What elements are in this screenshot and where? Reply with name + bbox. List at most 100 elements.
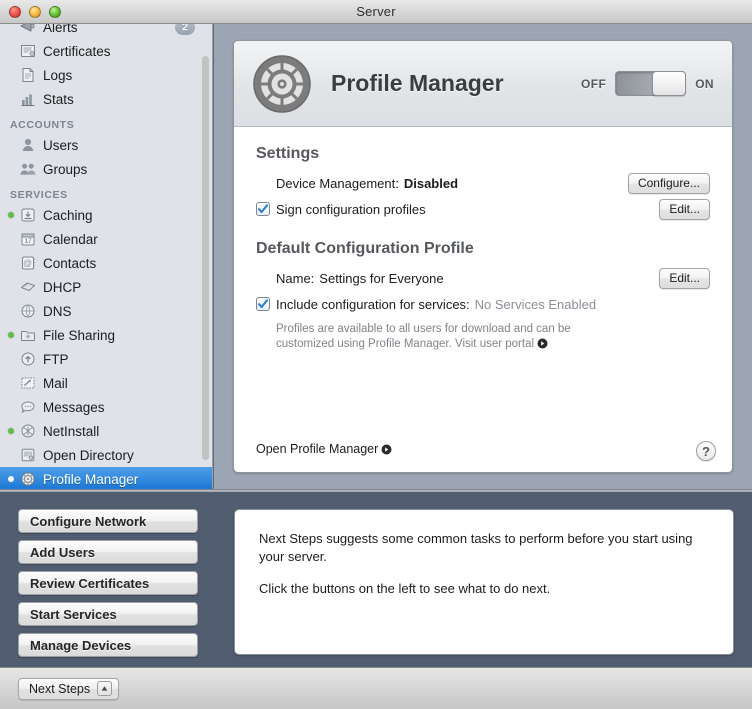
dhcp-icon	[18, 278, 37, 297]
sidebar-item-users[interactable]: Users	[0, 133, 213, 157]
main-pane: Profile Manager OFF ON Settings Device M…	[214, 24, 752, 489]
triangle-up-icon	[97, 681, 112, 696]
sidebar-item-file-sharing[interactable]: File Sharing	[0, 323, 213, 347]
sidebar-scrollbar-thumb[interactable]	[202, 56, 209, 460]
include-services-row: Include configuration for services: No S…	[256, 292, 710, 316]
sidebar-item-label: FTP	[43, 352, 69, 367]
include-services-value: No Services Enabled	[475, 297, 596, 312]
configure-button[interactable]: Configure...	[628, 173, 710, 194]
manage-devices-button[interactable]: Manage Devices	[18, 633, 198, 657]
sidebar-item-contacts[interactable]: @ Contacts	[0, 251, 213, 275]
next-steps-drawer: Configure Network Add Users Review Certi…	[0, 492, 752, 667]
status-dot	[8, 428, 14, 434]
sidebar-group-services: SERVICES	[0, 181, 213, 203]
download-box-icon	[18, 206, 37, 225]
sidebar-item-label: Messages	[43, 400, 105, 415]
configure-network-button[interactable]: Configure Network	[18, 509, 198, 533]
status-dot	[8, 24, 14, 30]
service-onoff-toggle[interactable]	[615, 71, 686, 96]
go-arrow-icon	[381, 444, 392, 458]
globe-icon	[18, 302, 37, 321]
start-services-button[interactable]: Start Services	[18, 602, 198, 626]
default-profile-heading: Default Configuration Profile	[256, 240, 710, 258]
sidebar-item-profile-manager[interactable]: Profile Manager	[0, 467, 213, 489]
sidebar-item-label: Caching	[43, 208, 93, 223]
profile-note-line2: customized using Profile Manager. Visit …	[276, 338, 534, 350]
page-title: Profile Manager	[331, 70, 581, 97]
sidebar-item-caching[interactable]: Caching	[0, 203, 213, 227]
sidebar-item-label: Contacts	[43, 256, 96, 271]
settings-heading: Settings	[256, 145, 710, 163]
status-dot	[8, 452, 14, 458]
service-card: Profile Manager OFF ON Settings Device M…	[233, 40, 733, 473]
status-dot	[8, 308, 14, 314]
sign-profiles-label: Sign configuration profiles	[276, 202, 426, 217]
sidebar-item-stats[interactable]: Stats	[0, 87, 213, 111]
task-button-list: Configure Network Add Users Review Certi…	[18, 509, 198, 657]
status-dot	[8, 236, 14, 242]
profile-name-value: Settings for Everyone	[319, 271, 443, 286]
add-users-button[interactable]: Add Users	[18, 540, 198, 564]
gear-circle-icon	[251, 53, 313, 115]
sign-profiles-row: Sign configuration profiles Edit...	[256, 197, 710, 221]
sign-profiles-checkbox[interactable]	[256, 202, 270, 216]
status-dot	[8, 404, 14, 410]
toggle-off-label: OFF	[581, 77, 606, 91]
status-dot	[8, 48, 14, 54]
sidebar-item-logs[interactable]: Logs	[0, 63, 213, 87]
sidebar-item-dns[interactable]: DNS	[0, 299, 213, 323]
review-certificates-button[interactable]: Review Certificates	[18, 571, 198, 595]
server-app-window: Server Alerts 2 Certi	[0, 0, 752, 709]
folder-share-icon	[18, 326, 37, 345]
profile-name-edit-button[interactable]: Edit...	[659, 268, 710, 289]
help-button[interactable]: ?	[696, 441, 716, 461]
status-dot	[8, 72, 14, 78]
alerts-badge: 2	[175, 24, 195, 35]
sidebar-item-mail[interactable]: Mail	[0, 371, 213, 395]
go-arrow-icon[interactable]	[537, 338, 548, 354]
device-management-value: Disabled	[404, 176, 458, 191]
device-management-label: Device Management:	[276, 176, 399, 191]
sidebar-item-open-directory[interactable]: Open Directory	[0, 443, 213, 467]
service-card-body: Settings Device Management: Disabled Con…	[234, 127, 732, 472]
calendar-icon: 17	[18, 230, 37, 249]
sidebar-item-netinstall[interactable]: NetInstall	[0, 419, 213, 443]
sidebar-item-messages[interactable]: Messages	[0, 395, 213, 419]
netinstall-icon	[18, 422, 37, 441]
sidebar-item-groups[interactable]: Groups	[0, 157, 213, 181]
svg-text:@: @	[23, 258, 32, 268]
sidebar-item-label: File Sharing	[43, 328, 115, 343]
status-dot	[8, 212, 14, 218]
bottom-toolbar: Next Steps	[0, 667, 752, 709]
service-card-header: Profile Manager OFF ON	[234, 41, 732, 127]
sidebar-item-label: Users	[43, 138, 78, 153]
next-steps-info-panel: Next Steps suggests some common tasks to…	[234, 509, 734, 655]
include-services-checkbox[interactable]	[256, 297, 270, 311]
sidebar-item-ftp[interactable]: FTP	[0, 347, 213, 371]
device-management-row: Device Management: Disabled Configure...	[256, 171, 710, 195]
sidebar-scrollbar[interactable]	[202, 56, 209, 460]
sign-profiles-edit-button[interactable]: Edit...	[659, 199, 710, 220]
gear-circle-icon	[18, 470, 37, 489]
sidebar-item-dhcp[interactable]: DHCP	[0, 275, 213, 299]
status-dot	[8, 260, 14, 266]
upper-split-area: Alerts 2 Certificates Logs	[0, 24, 752, 489]
next-steps-toggle-button[interactable]: Next Steps	[18, 678, 119, 700]
document-icon	[18, 66, 37, 85]
toggle-on-label: ON	[695, 77, 714, 91]
sidebar-item-certificates[interactable]: Certificates	[0, 39, 213, 63]
toggle-knob[interactable]	[652, 71, 686, 96]
status-dot	[8, 284, 14, 290]
certificate-icon	[18, 42, 37, 61]
sidebar-item-label: Certificates	[43, 44, 111, 59]
svg-text:17: 17	[24, 238, 32, 245]
mail-stamp-icon	[18, 374, 37, 393]
profile-name-row: Name: Settings for Everyone Edit...	[256, 266, 710, 290]
sidebar-item-label: NetInstall	[43, 424, 99, 439]
status-dot	[8, 332, 14, 338]
window-titlebar: Server	[0, 0, 752, 24]
sidebar-item-calendar[interactable]: 17 Calendar	[0, 227, 213, 251]
sidebar-item-label: Profile Manager	[43, 472, 138, 487]
open-profile-manager-link[interactable]: Open Profile Manager	[256, 442, 392, 458]
sidebar-item-alerts[interactable]: Alerts 2	[0, 24, 213, 39]
